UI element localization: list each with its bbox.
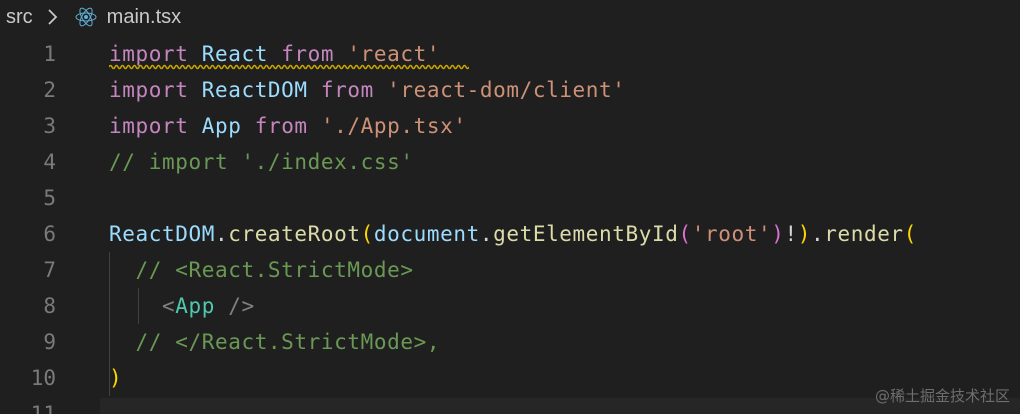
code-line[interactable]: 6 ReactDOM.createRoot(document.getElement… xyxy=(0,216,1020,252)
code-line[interactable]: 5 xyxy=(0,180,1020,216)
code-text: import App from './App.tsx' xyxy=(109,108,467,144)
code-token: import xyxy=(109,42,189,66)
code-line[interactable]: 8 <App /> xyxy=(0,288,1020,324)
code-token: . xyxy=(479,222,494,246)
code-token: getElementById xyxy=(493,222,679,246)
code-token: < xyxy=(161,294,176,318)
code-token: ) xyxy=(771,222,785,246)
line-number: 2 xyxy=(43,78,56,102)
line-number: 3 xyxy=(43,114,56,138)
code-token: ReactDOM xyxy=(109,222,215,246)
code-token: ReactDOM xyxy=(201,78,308,102)
code-text: import ReactDOM from 'react-dom/client' xyxy=(109,72,626,108)
line-number: 4 xyxy=(43,150,56,174)
code-token: ( xyxy=(360,222,374,246)
code-token: import xyxy=(109,114,189,138)
code-token: . xyxy=(810,222,825,246)
line-number: 11 xyxy=(30,402,56,414)
code-token: ! xyxy=(784,222,798,246)
code-editor[interactable]: 1 import React from 'react' 2 import ReactD… xyxy=(0,36,1020,414)
code-token: App xyxy=(175,294,215,318)
code-token: './App.tsx' xyxy=(320,114,467,138)
code-token: from xyxy=(320,78,374,102)
code-line[interactable]: 2 import ReactDOM from 'react-dom/client' xyxy=(0,72,1020,108)
code-token: 'react' xyxy=(347,42,441,66)
react-icon xyxy=(75,7,97,27)
code-token: ) xyxy=(109,366,123,390)
code-token: createRoot xyxy=(228,222,361,246)
line-number: 5 xyxy=(43,186,56,210)
warning-squiggle xyxy=(109,64,469,70)
breadcrumb: src main.tsx xyxy=(0,0,1020,34)
indent-guide-outer xyxy=(109,252,110,396)
code-token: App xyxy=(201,114,242,138)
code-token: /> xyxy=(228,294,255,318)
code-line[interactable]: 3 import App from './App.tsx' xyxy=(0,108,1020,144)
code-token: render xyxy=(824,222,904,246)
code-line[interactable]: 7 // <React.StrictMode> xyxy=(0,252,1020,288)
line-number: 9 xyxy=(43,330,56,354)
code-token: // import './index.css' xyxy=(109,150,414,174)
code-line[interactable]: 9 // </React.StrictMode>, xyxy=(0,324,1020,360)
code-line[interactable]: 10) xyxy=(0,360,1020,396)
code-token: ) xyxy=(797,222,811,246)
code-text: // </React.StrictMode>, xyxy=(109,324,440,360)
code-token: document xyxy=(373,222,480,246)
breadcrumb-folder-src[interactable]: src xyxy=(6,6,33,29)
code-token: // <React.StrictMode> xyxy=(135,258,414,282)
code-token: . xyxy=(214,222,229,246)
watermark: @稀土掘金技术社区 xyxy=(874,387,1010,405)
code-token: React xyxy=(201,42,268,66)
code-line[interactable]: 1 import React from 'react' xyxy=(0,36,1020,72)
code-line[interactable]: 4 // import './index.css' xyxy=(0,144,1020,180)
code-token: ( xyxy=(678,222,692,246)
line-number: 8 xyxy=(43,294,56,318)
line-number: 10 xyxy=(30,366,56,390)
line-number: 7 xyxy=(43,258,56,282)
code-token: import xyxy=(109,78,189,102)
line-number: 6 xyxy=(43,222,56,246)
indent-guide-inner xyxy=(138,288,139,324)
code-token: from xyxy=(254,114,308,138)
chevron-right-icon xyxy=(48,9,57,25)
line-number: 1 xyxy=(43,42,56,66)
code-text: <App /> xyxy=(109,288,255,324)
code-token: // </React.StrictMode>, xyxy=(135,330,441,354)
code-token: ( xyxy=(903,222,917,246)
code-text: // <React.StrictMode> xyxy=(109,252,414,288)
code-text: ) xyxy=(109,360,122,396)
code-text: // import './index.css' xyxy=(109,144,414,180)
breadcrumb-file-main-tsx[interactable]: main.tsx xyxy=(107,6,181,29)
code-token: 'react-dom/client' xyxy=(387,78,626,102)
code-token: 'root' xyxy=(691,222,772,246)
code-token: from xyxy=(281,42,335,66)
code-text: ReactDOM.createRoot(document.getElementB… xyxy=(109,216,917,252)
